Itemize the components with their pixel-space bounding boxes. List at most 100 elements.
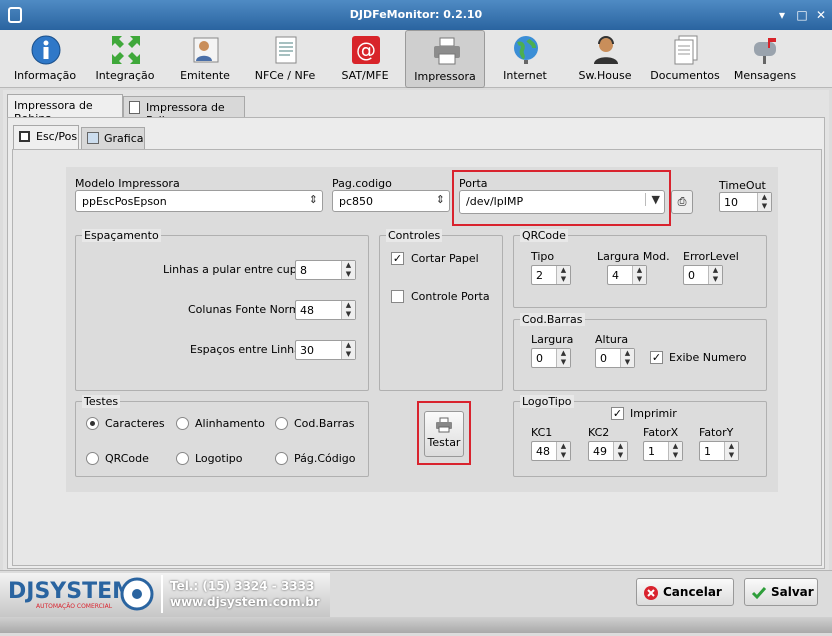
toolbar-swhouse[interactable]: Sw.House [565,30,645,88]
linhas-spinner[interactable]: 8 ▲ ▼ [295,260,356,280]
spin-arrows-icon[interactable]: ▲ ▼ [341,341,355,359]
tab-grafica[interactable]: Grafica [81,127,145,149]
info-icon [31,35,61,65]
spin-arrows-icon[interactable]: ▲ ▼ [556,266,570,284]
cancel-icon [644,586,658,600]
svg-text:@: @ [356,38,376,62]
radio-logotipo[interactable] [176,452,189,465]
spin-arrows-icon[interactable]: ▲ ▼ [668,442,682,460]
spin-arrows-icon[interactable]: ▲ ▼ [556,349,570,367]
qrcode-error-spinner[interactable]: 0 ▲ ▼ [683,265,723,285]
pagcodigo-label: Pag.codigo [332,177,392,190]
kc1-value: 48 [536,445,550,458]
toolbar-label: Mensagens [733,69,797,82]
brand-divider [161,575,163,613]
pagcodigo-select[interactable]: pc850 ⇕ [332,190,450,212]
toolbar-informacao[interactable]: Informação [5,30,85,88]
kc1-label: KC1 [531,426,553,439]
codbarras-altura-spinner[interactable]: 0 ▲ ▼ [595,348,635,368]
qrcode-error-label: ErrorLevel [683,250,739,263]
updown-icon: ⇕ [435,193,445,206]
exibe-numero-checkbox[interactable]: ✓ [650,351,663,364]
qrcode-error-value: 0 [688,269,695,282]
spin-arrows-icon[interactable]: ▲ ▼ [341,261,355,279]
at-sign-icon: @ [352,36,380,64]
porta-select[interactable]: /dev/lpIMP ▼ [459,190,665,214]
cortar-papel-checkbox[interactable]: ✓ [391,252,404,265]
radio-pagcodigo[interactable] [275,452,288,465]
tab-impressora-bobina[interactable]: Impressora de Bobina [7,94,123,125]
radio-logotipo-label: Logotipo [195,452,243,465]
footer: DJSYSTEM AUTOMAÇÃO COMERCIAL Tel.: (15) … [0,570,832,636]
codbarras-largura-label: Largura [531,333,574,346]
kc2-label: KC2 [588,426,610,439]
spin-arrows-icon[interactable]: ▲ ▼ [341,301,355,319]
fatorx-label: FatorX [643,426,679,439]
fatory-spinner[interactable]: 1 ▲ ▼ [699,441,739,461]
kc2-value: 49 [593,445,607,458]
qrcode-icon [19,131,30,142]
printer-icon [436,417,452,433]
radio-qrcode[interactable] [86,452,99,465]
spin-arrows-icon[interactable]: ▲ ▼ [632,266,646,284]
qrcode-tipo-value: 2 [536,269,543,282]
toolbar-mensagens[interactable]: Mensagens [725,30,805,88]
controles-title: Controles [386,229,443,242]
timeout-spinner[interactable]: 10 ▲ ▼ [719,192,772,212]
kc1-spinner[interactable]: 48 ▲ ▼ [531,441,571,461]
colunas-value: 48 [300,304,314,317]
qrcode-tipo-spinner[interactable]: 2 ▲ ▼ [531,265,571,285]
codbarras-altura-value: 0 [600,352,607,365]
codbarras-largura-spinner[interactable]: 0 ▲ ▼ [531,348,571,368]
document-icon [275,36,297,64]
codbarras-altura-label: Altura [595,333,629,346]
spin-arrows-icon[interactable]: ▲ ▼ [708,266,722,284]
tab-label: Esc/Pos [36,130,78,143]
colunas-spinner[interactable]: 48 ▲ ▼ [295,300,356,320]
toolbar-sat-mfe[interactable]: @ SAT/MFE [325,30,405,88]
fatorx-spinner[interactable]: 1 ▲ ▼ [643,441,683,461]
spin-arrows-icon[interactable]: ▲ ▼ [613,442,627,460]
globe-icon [514,36,538,64]
testar-button[interactable]: Testar [424,411,464,457]
espacos-spinner[interactable]: 30 ▲ ▼ [295,340,356,360]
toolbar-documentos[interactable]: Documentos [645,30,725,88]
cancelar-button[interactable]: Cancelar [636,578,734,606]
radio-alinhamento[interactable] [176,417,189,430]
person-card-icon [193,37,219,63]
spin-arrows-icon[interactable]: ▲ ▼ [620,349,634,367]
salvar-button[interactable]: Salvar [744,578,818,606]
toolbar-impressora[interactable]: Impressora [405,30,485,88]
kc2-spinner[interactable]: 49 ▲ ▼ [588,441,628,461]
toolbar-nfce-nfe[interactable]: NFCe / NFe [245,30,325,88]
tab-impressora-folha[interactable]: Impressora de Folha [123,96,245,127]
status-strip [0,617,832,633]
spin-arrows-icon[interactable]: ▲ ▼ [724,442,738,460]
espacos-label: Espaços entre Linhas: [190,343,311,356]
spin-arrows-icon[interactable]: ▲ ▼ [556,442,570,460]
tab-label: Grafica [104,132,144,145]
radio-caracteres[interactable] [86,417,99,430]
fatory-label: FatorY [699,426,734,439]
documents-icon [674,35,698,65]
close-button[interactable]: ✕ [813,7,829,23]
toolbar-emitente[interactable]: Emitente [165,30,245,88]
brand-subtitle: AUTOMAÇÃO COMERCIAL [36,603,113,610]
toolbar-integracao[interactable]: Integração [85,30,165,88]
spin-arrows-icon[interactable]: ▲ ▼ [757,193,771,211]
espacos-value: 30 [300,344,314,357]
modelo-select[interactable]: ppEscPosEpson ⇕ [75,190,323,212]
minimize-button[interactable]: ▾ [774,7,790,23]
qrcode-largura-spinner[interactable]: 4 ▲ ▼ [607,265,647,285]
salvar-label: Salvar [771,585,814,599]
tab-escpos[interactable]: Esc/Pos [13,125,79,149]
controle-porta-checkbox[interactable] [391,290,404,303]
controle-porta-label: Controle Porta [411,290,490,303]
timeout-value: 10 [724,196,738,209]
toolbar-internet[interactable]: Internet [485,30,565,88]
imprimir-checkbox[interactable]: ✓ [611,407,624,420]
maximize-button[interactable]: □ [794,7,810,23]
radio-codbarras[interactable] [275,417,288,430]
check-icon [751,587,767,600]
search-port-button[interactable]: ⎙ [671,190,693,214]
